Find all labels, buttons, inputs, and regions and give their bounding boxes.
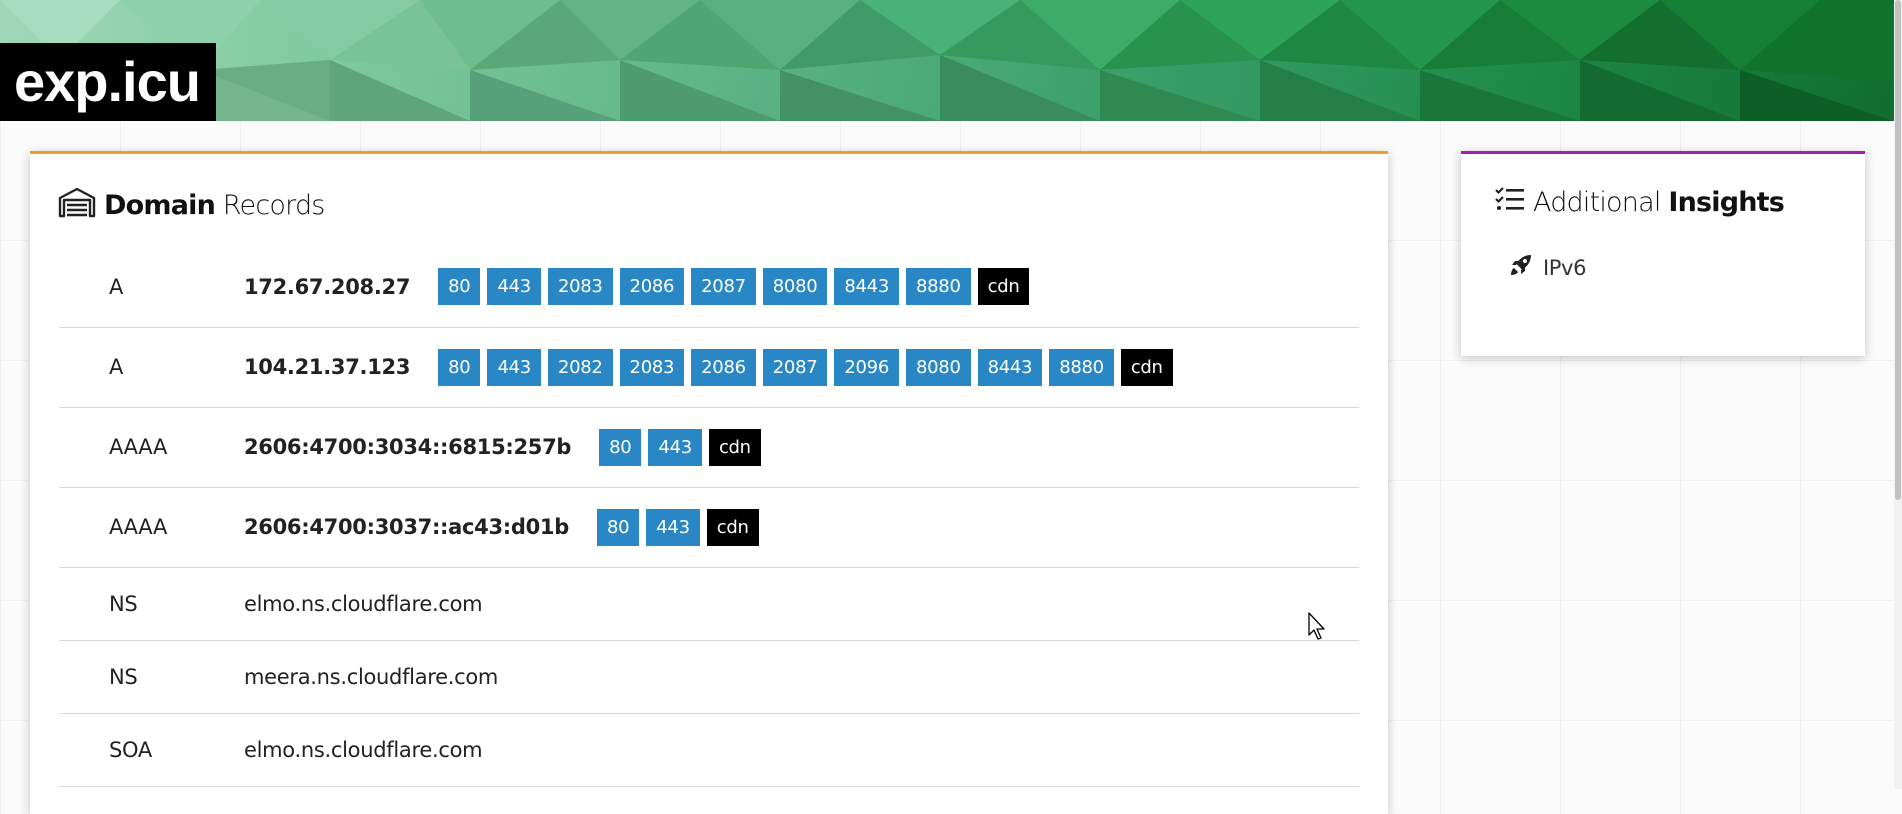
records-table: A 172.67.208.27 80 443 2083 2086 2087 8080 8443 8… bbox=[59, 247, 1359, 787]
port-badges: 80 443 2083 2086 2087 8080 8443 8880 cdn bbox=[438, 268, 1030, 306]
port-badge[interactable]: 8443 bbox=[834, 268, 899, 306]
record-value: 104.21.37.123 bbox=[244, 355, 411, 379]
port-badges: 80 443 cdn bbox=[599, 428, 761, 466]
port-badges: 80 443 cdn bbox=[596, 508, 759, 546]
record-value: 172.67.208.27 bbox=[244, 274, 411, 299]
record-value-cell: meera.ns.cloudflare.com bbox=[244, 640, 1359, 714]
port-badge[interactable]: 2083 bbox=[619, 348, 685, 386]
port-badge[interactable]: 8080 bbox=[762, 268, 828, 306]
title-rest: Records bbox=[222, 190, 326, 221]
domain-records-title: Domain Records bbox=[58, 186, 325, 225]
record-value: 2606:4700:3034::6815:257b bbox=[244, 435, 572, 459]
cdn-badge[interactable]: cdn bbox=[1120, 348, 1173, 386]
record-value: elmo.ns.cloudflare.com bbox=[244, 738, 483, 762]
record-value-cell: 172.67.208.27 80 443 2083 2086 2087 8080 8443 88… bbox=[244, 247, 1359, 328]
record-value: 2606:4700:3037::ac43:d01b bbox=[244, 515, 569, 539]
record-row: NS elmo.ns.cloudflare.com bbox=[59, 567, 1359, 641]
cdn-badge[interactable]: cdn bbox=[977, 268, 1030, 306]
insight-label: IPv6 bbox=[1543, 255, 1587, 280]
lowpoly-background bbox=[0, 0, 1894, 121]
record-row: A 104.21.37.123 80 443 2082 2083 2086 2087 2096 8… bbox=[59, 327, 1359, 408]
additional-insights-card: Additional Insights IPv6 bbox=[1461, 151, 1865, 356]
cdn-badge[interactable]: cdn bbox=[706, 508, 759, 546]
checklist-icon bbox=[1495, 186, 1525, 219]
port-badge[interactable]: 443 bbox=[648, 428, 702, 466]
title-bold: Insights bbox=[1668, 187, 1785, 218]
port-badge[interactable]: 2087 bbox=[691, 268, 756, 306]
page-scrollbar[interactable] bbox=[1894, 0, 1902, 789]
title-bold: Domain bbox=[104, 190, 216, 221]
port-badge[interactable]: 8080 bbox=[905, 348, 971, 386]
port-badge[interactable]: 8443 bbox=[977, 348, 1043, 386]
port-badge[interactable]: 80 bbox=[438, 268, 481, 306]
port-badge[interactable]: 80 bbox=[596, 508, 640, 546]
mouse-cursor-icon bbox=[1308, 612, 1328, 646]
insights-title: Additional Insights bbox=[1495, 186, 1785, 219]
record-type: A bbox=[59, 247, 244, 328]
warehouse-icon bbox=[58, 186, 96, 225]
record-value: meera.ns.cloudflare.com bbox=[244, 665, 499, 689]
header-banner: exp.icu bbox=[0, 0, 1894, 121]
record-type: NS bbox=[59, 567, 244, 641]
port-badge[interactable]: 2096 bbox=[834, 348, 899, 386]
record-row: AAAA 2606:4700:3034::6815:257b 80 443 cdn bbox=[59, 407, 1359, 488]
record-row: SOA elmo.ns.cloudflare.com bbox=[59, 713, 1359, 787]
title-rest: Additional bbox=[1533, 187, 1661, 218]
port-badge[interactable]: 2087 bbox=[762, 348, 828, 386]
record-type: AAAA bbox=[59, 487, 244, 568]
record-type: NS bbox=[59, 640, 244, 714]
record-type: A bbox=[59, 327, 244, 408]
port-badge[interactable]: 2086 bbox=[619, 268, 685, 306]
record-type: SOA bbox=[59, 713, 244, 787]
record-value-cell: elmo.ns.cloudflare.com bbox=[244, 567, 1359, 641]
insight-ipv6[interactable]: IPv6 bbox=[1509, 253, 1586, 282]
port-badge[interactable]: 8880 bbox=[905, 268, 971, 306]
record-row: AAAA 2606:4700:3037::ac43:d01b 80 443 cdn bbox=[59, 487, 1359, 568]
record-value-cell: 104.21.37.123 80 443 2082 2083 2086 2087 2096 80… bbox=[244, 327, 1359, 408]
port-badge[interactable]: 2083 bbox=[547, 268, 613, 306]
rocket-icon bbox=[1509, 253, 1533, 282]
record-value-cell: 2606:4700:3037::ac43:d01b 80 443 cdn bbox=[244, 487, 1359, 568]
scrollbar-thumb[interactable] bbox=[1895, 0, 1901, 500]
port-badge[interactable]: 2086 bbox=[691, 348, 756, 386]
port-badge[interactable]: 443 bbox=[487, 348, 541, 386]
port-badge[interactable]: 8880 bbox=[1049, 348, 1114, 386]
record-value-cell: elmo.ns.cloudflare.com bbox=[244, 713, 1359, 787]
record-type: AAAA bbox=[59, 407, 244, 488]
record-row: A 172.67.208.27 80 443 2083 2086 2087 8080 8443 8… bbox=[59, 247, 1359, 328]
port-badge[interactable]: 443 bbox=[646, 508, 700, 546]
port-badge[interactable]: 80 bbox=[599, 428, 642, 466]
port-badge[interactable]: 80 bbox=[438, 348, 481, 386]
cdn-badge[interactable]: cdn bbox=[708, 428, 761, 466]
record-value-cell: 2606:4700:3034::6815:257b 80 443 cdn bbox=[244, 407, 1359, 488]
port-badge[interactable]: 2082 bbox=[547, 348, 613, 386]
record-value: elmo.ns.cloudflare.com bbox=[244, 592, 483, 616]
port-badge[interactable]: 443 bbox=[487, 268, 541, 306]
port-badges: 80 443 2082 2083 2086 2087 2096 8080 8443 8880 cdn bbox=[438, 348, 1173, 386]
site-logo[interactable]: exp.icu bbox=[0, 43, 216, 121]
record-row: NS meera.ns.cloudflare.com bbox=[59, 640, 1359, 714]
domain-records-card: Domain Records A 172.67.208.27 80 443 2083 20… bbox=[30, 151, 1388, 814]
